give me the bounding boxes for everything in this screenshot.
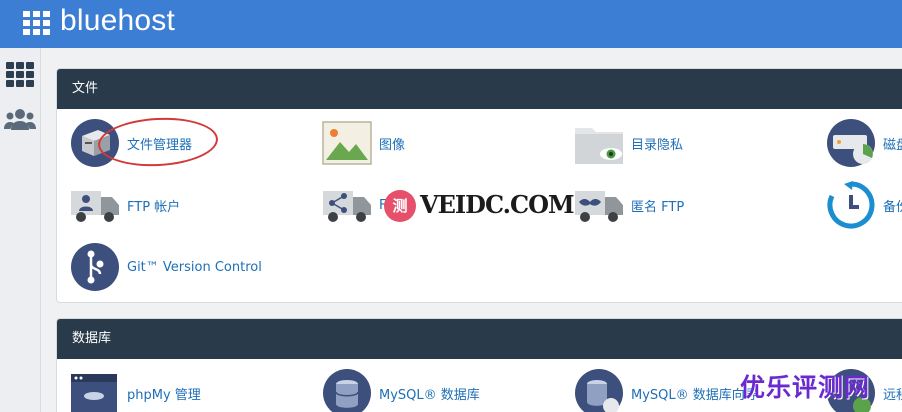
- mysql-databases-item[interactable]: MySQL® 数据库: [322, 368, 480, 412]
- git-version-control-item[interactable]: Git™ Version Control: [70, 242, 262, 292]
- phpmyadmin-icon: [70, 368, 120, 412]
- disk-usage-icon: [826, 118, 876, 168]
- brand-name[interactable]: bluehost: [60, 4, 175, 38]
- anonymous-ftp-icon: [574, 180, 624, 230]
- directory-privacy-icon: [574, 118, 624, 168]
- mysql-databases-label: MySQL® 数据库: [379, 387, 480, 403]
- mysql-databases-icon: [322, 368, 372, 412]
- backup-item[interactable]: 备份: [826, 180, 902, 230]
- files-panel-title[interactable]: 文件: [57, 69, 902, 109]
- images-icon: [322, 118, 372, 168]
- ftp-accounts-icon: [70, 180, 120, 230]
- directory-privacy-label: 目录隐私: [631, 137, 684, 153]
- ftp-accounts-item[interactable]: FTP 帐户: [70, 180, 180, 230]
- anonymous-ftp-label: 匿名 FTP: [631, 199, 685, 215]
- bluehost-logo-icon[interactable]: [23, 11, 50, 35]
- databases-panel-title[interactable]: 数据库: [57, 319, 902, 359]
- ftp-connections-item[interactable]: F: [322, 180, 386, 230]
- remote-mysql-label: 远程: [883, 387, 902, 403]
- phpmyadmin-item[interactable]: phpMy 管理: [70, 368, 201, 412]
- mysql-wizard-icon: [574, 368, 624, 412]
- mysql-wizard-label: MySQL® 数据库向导: [631, 387, 758, 403]
- veidc-watermark: 测 VEIDC.COM: [384, 190, 575, 226]
- sidebar: [0, 48, 41, 412]
- disk-usage-label: 磁盘: [883, 137, 902, 153]
- git-version-control-label: Git™ Version Control: [127, 259, 262, 275]
- ftp-connections-icon: [322, 180, 372, 230]
- veidc-badge: 测: [384, 190, 416, 222]
- phpmyadmin-label: phpMy 管理: [127, 387, 201, 403]
- youle-watermark: 优乐评测网: [740, 373, 871, 402]
- anonymous-ftp-item[interactable]: 匿名 FTP: [574, 180, 684, 230]
- apps-grid-icon[interactable]: [4, 58, 36, 90]
- top-bar: bluehost: [0, 0, 902, 48]
- mysql-wizard-item[interactable]: MySQL® 数据库向导: [574, 368, 758, 412]
- backup-icon: [826, 180, 876, 230]
- git-icon: [70, 242, 120, 292]
- directory-privacy-item[interactable]: 目录隐私: [574, 118, 683, 168]
- ftp-accounts-label: FTP 帐户: [127, 199, 181, 215]
- disk-usage-item[interactable]: 磁盘: [826, 118, 902, 168]
- images-item[interactable]: 图像: [322, 118, 405, 168]
- backup-label: 备份: [883, 199, 902, 215]
- veidc-text: VEIDC.COM: [420, 190, 575, 219]
- users-icon[interactable]: [4, 104, 36, 136]
- images-label: 图像: [379, 137, 406, 153]
